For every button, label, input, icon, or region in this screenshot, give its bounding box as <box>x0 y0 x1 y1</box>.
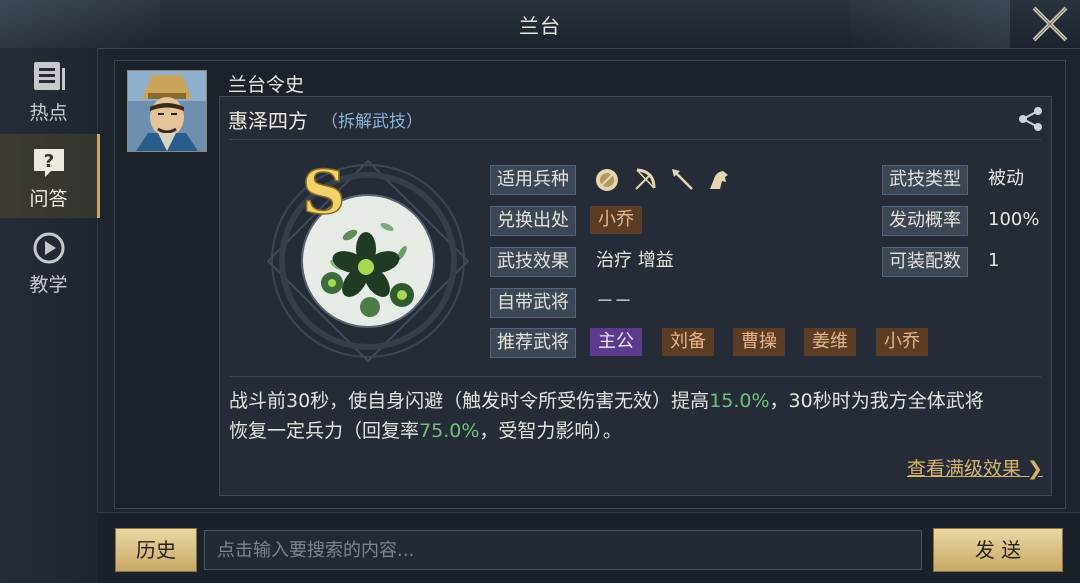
divider <box>229 376 1041 377</box>
chevron-right-icon: ❯ <box>1021 458 1043 480</box>
desc-highlight: 15.0% <box>709 390 770 412</box>
horse-icon <box>710 171 728 189</box>
view-full-effect-link[interactable]: 查看满级效果 ❯ <box>907 454 1043 481</box>
bow-icon <box>635 168 656 190</box>
top-bar: 兰台 <box>0 0 1080 49</box>
decompose-skill-link[interactable]: （拆解武技） <box>321 107 423 132</box>
skill-grade: S <box>302 158 345 228</box>
recommend-chip-liubei[interactable]: 刘备 <box>662 328 714 356</box>
skill-name: 惠泽四方 <box>228 109 308 133</box>
troop-type-label: 适用兵种 <box>490 165 576 195</box>
desc-text: ，30秒时为我方全体武将 <box>769 390 984 412</box>
own-general-label: 自带武将 <box>490 288 576 318</box>
close-button[interactable] <box>1028 2 1072 46</box>
sidebar-item-label: 热点 <box>29 102 68 124</box>
desc-text: 恢复一定兵力（回复率 <box>229 420 420 442</box>
equip-count-value: 1 <box>988 250 1000 271</box>
share-button[interactable] <box>1017 106 1045 132</box>
desc-text: 战斗前30秒，使自身闪避（触发时令所受伤害无效）提高 <box>229 390 710 412</box>
sidebar-item-label: 问答 <box>29 188 68 210</box>
sidebar-item-label: 教学 <box>29 274 68 296</box>
post-author: 兰台令史 <box>228 74 305 96</box>
desc-text: ，受智力影响）。 <box>479 420 622 442</box>
skill-type-value: 被动 <box>988 168 1024 189</box>
shield-icon <box>596 169 618 191</box>
full-effect-label: 查看满级效果 <box>907 458 1022 480</box>
source-label: 兑换出处 <box>490 206 576 236</box>
general-portrait-image <box>128 71 206 151</box>
play-circle-icon <box>33 232 65 264</box>
own-general-value: －－ <box>596 291 632 312</box>
trigger-rate-label: 发动概率 <box>882 206 968 236</box>
sidebar-item-qa[interactable]: ? 问答 <box>0 134 100 218</box>
send-button[interactable]: 发 送 <box>933 528 1063 572</box>
sidebar-item-hot[interactable]: 热点 <box>0 48 97 132</box>
source-chip[interactable]: 小乔 <box>590 206 642 234</box>
question-bubble-icon: ? <box>34 149 64 177</box>
recommend-label: 推荐武将 <box>490 328 576 358</box>
divider <box>229 139 1041 140</box>
sidebar: 热点 ? 问答 教学 <box>0 48 100 582</box>
equip-count-label: 可装配数 <box>882 247 968 277</box>
history-button[interactable]: 历史 <box>115 528 197 572</box>
svg-text:?: ? <box>44 151 54 172</box>
effect-value: 治疗 增益 <box>596 250 674 271</box>
skill-emblem: S <box>262 155 474 367</box>
share-icon <box>1019 107 1042 131</box>
document-list-icon <box>34 62 65 90</box>
close-icon <box>1032 6 1068 42</box>
spear-icon <box>672 169 693 190</box>
sidebar-item-teach[interactable]: 教学 <box>0 220 97 304</box>
page-title: 兰台 <box>519 14 561 38</box>
recommend-chip-jiangwei[interactable]: 姜维 <box>804 328 856 356</box>
skill-emblem-image: S <box>266 157 470 363</box>
recommend-chip-xiaoqiao[interactable]: 小乔 <box>876 328 928 356</box>
skill-description: 战斗前30秒，使自身闪避（触发时令所受伤害无效）提高15.0%，30秒时为我方全… <box>229 386 1039 446</box>
effect-label: 武技效果 <box>490 247 576 277</box>
recommend-chip-lord[interactable]: 主公 <box>590 328 642 356</box>
avatar <box>127 70 207 152</box>
trigger-rate-value: 100% <box>988 209 1040 230</box>
desc-highlight: 75.0% <box>419 420 480 442</box>
recommend-chip-caocao[interactable]: 曹操 <box>733 328 785 356</box>
skill-type-label: 武技类型 <box>882 165 968 195</box>
search-input[interactable] <box>204 530 922 570</box>
